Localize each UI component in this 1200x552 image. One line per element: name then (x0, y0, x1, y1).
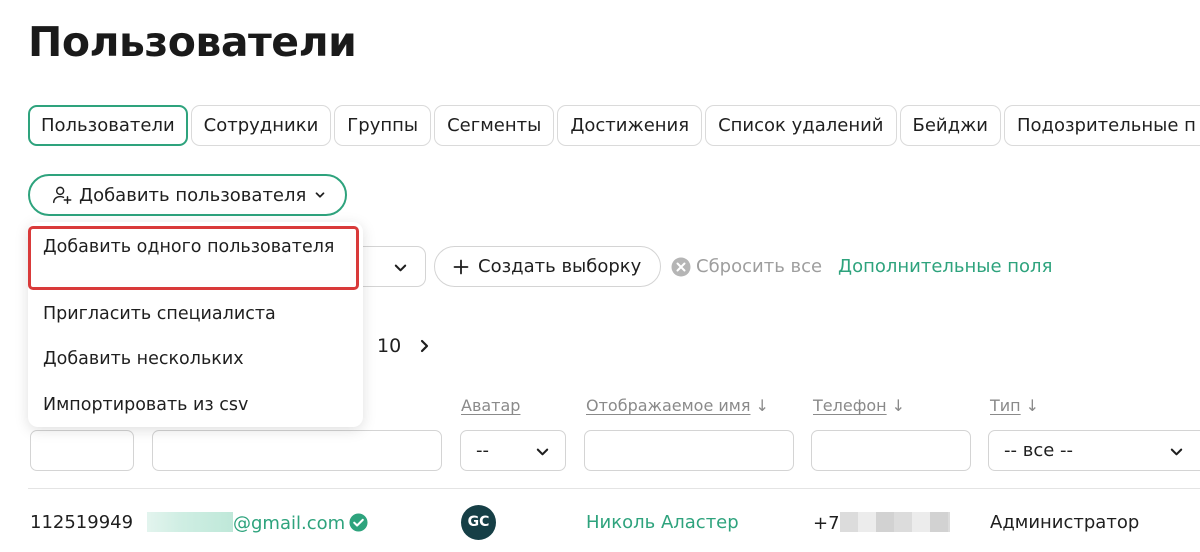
menu-item-import-csv[interactable]: Импортировать из csv (43, 392, 248, 418)
page-title: Пользователи (28, 18, 357, 66)
menu-item-add-multiple[interactable]: Добавить нескольких (43, 346, 244, 372)
user-id-cell: 112519949 (30, 512, 134, 533)
verified-check-icon (349, 513, 368, 532)
tab-groups[interactable]: Группы (334, 105, 432, 146)
tab-segments[interactable]: Сегменты (434, 105, 555, 146)
chevron-down-icon (394, 264, 407, 272)
menu-item-add-one-user[interactable]: Добавить одного пользователя (28, 226, 359, 290)
id-filter-input[interactable] (30, 430, 134, 471)
phone-prefix: +7 (813, 513, 840, 534)
create-selection-button[interactable]: Создать выборку (434, 246, 661, 287)
chevron-down-icon (315, 192, 325, 198)
reset-all-button[interactable]: Сбросить все (671, 256, 822, 277)
filter-select[interactable] (352, 246, 426, 287)
create-selection-label: Создать выборку (478, 256, 642, 277)
phone-cell: +7 (813, 512, 950, 534)
reset-all-label: Сбросить все (696, 256, 823, 277)
row-divider (28, 488, 1200, 489)
redacted-phone (839, 512, 950, 532)
pagination-last-page[interactable]: 10 (377, 335, 401, 357)
column-display-name-label: Отображаемое имя (586, 396, 751, 415)
column-header-type[interactable]: Тип ↓ (990, 396, 1039, 415)
tab-deletion-list[interactable]: Список удалений (705, 105, 897, 146)
type-filter-select[interactable]: -- все -- (988, 430, 1200, 471)
tab-bar: Пользователи Сотрудники Группы Сегменты … (28, 105, 1200, 146)
sort-arrow-icon: ↓ (891, 396, 906, 415)
extra-fields-link[interactable]: Дополнительные поля (838, 256, 1052, 277)
email-cell[interactable]: @gmail.com (147, 512, 368, 534)
email-domain: @gmail.com (233, 513, 346, 534)
column-header-phone[interactable]: Телефон ↓ (813, 396, 905, 415)
column-header-avatar[interactable]: Аватар (461, 396, 520, 415)
tab-employees[interactable]: Сотрудники (190, 105, 332, 146)
add-user-button[interactable]: Добавить пользователя (28, 174, 347, 216)
tab-badges[interactable]: Бейджи (899, 105, 1001, 146)
add-user-label: Добавить пользователя (79, 184, 307, 206)
avatar-filter-value: -- (476, 440, 489, 461)
chevron-down-icon (536, 448, 549, 456)
column-avatar-label: Аватар (461, 396, 521, 415)
type-filter-value: -- все -- (1004, 440, 1074, 461)
tab-achievements[interactable]: Достижения (557, 105, 703, 146)
column-phone-label: Телефон (813, 396, 887, 415)
chevron-right-icon[interactable] (416, 338, 432, 354)
display-name-filter-input[interactable] (584, 430, 794, 471)
chevron-down-icon (1170, 448, 1183, 456)
sort-arrow-icon: ↓ (1025, 396, 1040, 415)
tab-suspicious[interactable]: Подозрительные п (1003, 105, 1200, 146)
redacted-email-local (147, 512, 233, 532)
close-circle-icon (671, 257, 691, 276)
user-type-cell: Администратор (990, 512, 1140, 533)
user-plus-icon (53, 186, 72, 204)
avatar: GC (461, 505, 496, 540)
plus-icon (453, 259, 469, 274)
column-header-display-name[interactable]: Отображаемое имя ↓ (586, 396, 769, 415)
add-user-dropdown-menu: Добавить одного пользователя Пригласить … (28, 222, 363, 427)
phone-filter-input[interactable] (811, 430, 971, 471)
column-type-label: Тип (990, 396, 1021, 415)
avatar-filter-select[interactable]: -- (460, 430, 566, 471)
menu-item-invite-specialist[interactable]: Пригласить специалиста (43, 301, 276, 327)
display-name-link[interactable]: Николь Аластер (586, 512, 739, 533)
email-filter-input[interactable] (152, 430, 442, 471)
tab-users[interactable]: Пользователи (28, 105, 188, 146)
sort-arrow-icon: ↓ (755, 396, 769, 415)
